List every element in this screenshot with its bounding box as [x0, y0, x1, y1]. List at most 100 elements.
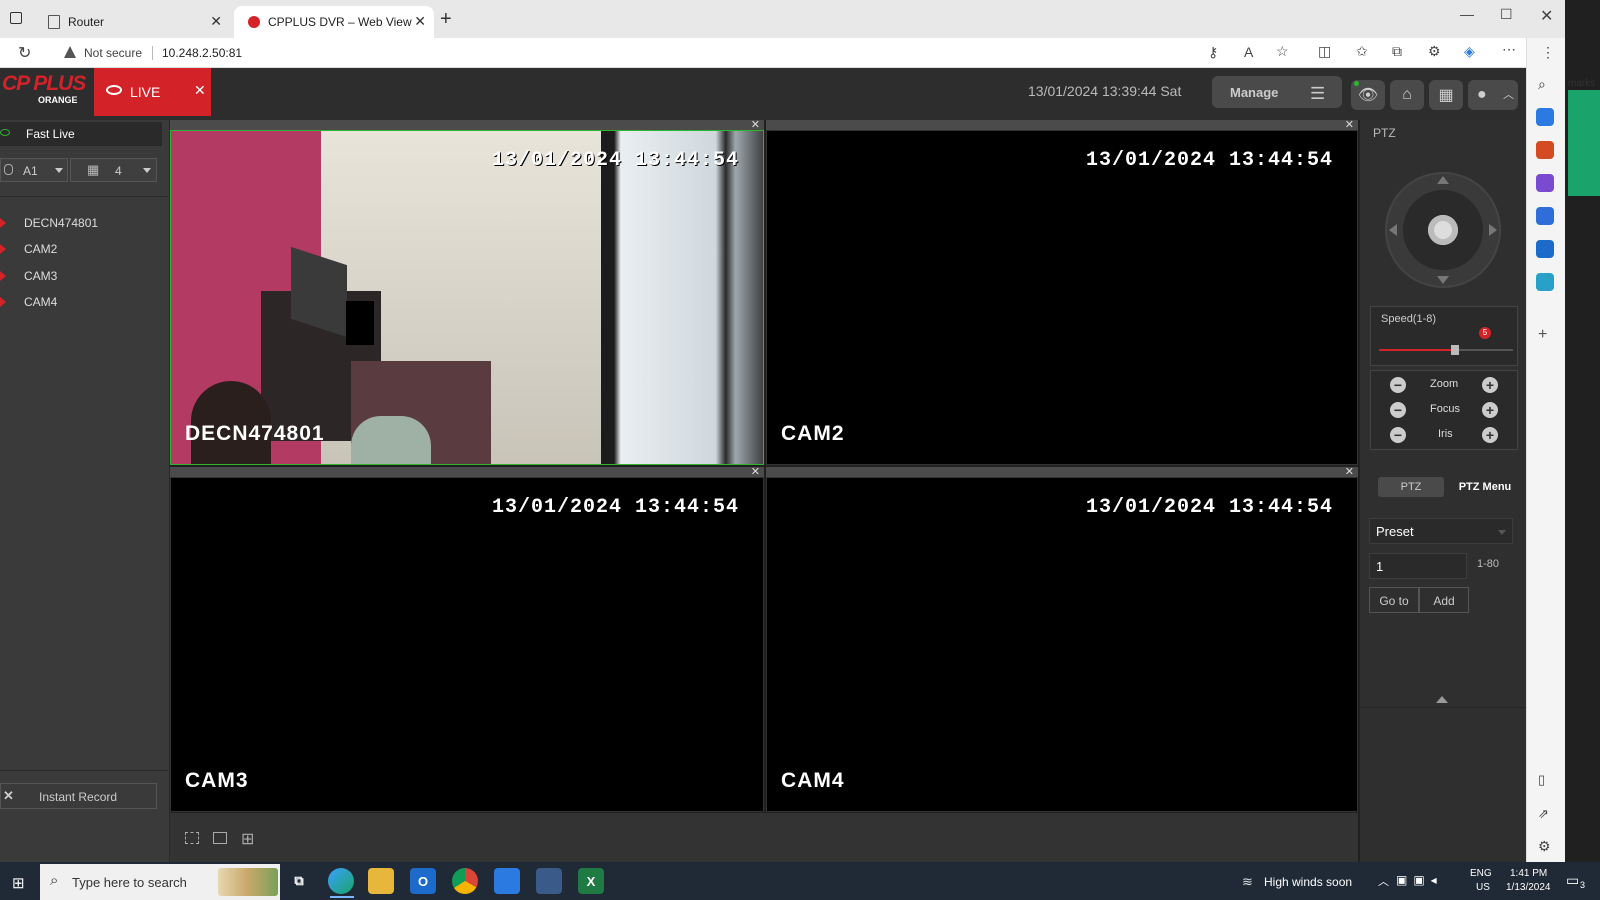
instant-record-button[interactable]: ✕ Instant Record	[0, 783, 157, 809]
ptz-center-button[interactable]	[1428, 215, 1458, 245]
task-view-icon[interactable]: ⧉	[286, 868, 312, 894]
arrow-left-icon[interactable]	[1389, 224, 1397, 236]
chrome-taskbar-icon[interactable]	[452, 868, 478, 894]
goto-button[interactable]: Go to	[1369, 587, 1419, 613]
security-label[interactable]: Not secure	[84, 46, 142, 60]
preset-select[interactable]: Preset	[1369, 518, 1513, 544]
outlook-taskbar-icon[interactable]: O	[410, 868, 436, 894]
clock-date[interactable]: 1/13/2024	[1506, 882, 1551, 893]
games-icon[interactable]	[1536, 174, 1554, 192]
sidebar-more-icon[interactable]: ⋮	[1541, 44, 1555, 61]
maximize-icon[interactable]: ☐	[1500, 6, 1513, 23]
arrow-down-icon[interactable]	[1437, 276, 1449, 284]
tray-chevron-icon[interactable]: ︿	[1378, 873, 1389, 889]
fast-live-label: Fast Live	[26, 127, 75, 141]
clock-time[interactable]: 1:41 PM	[1510, 868, 1547, 879]
read-aloud-icon[interactable]: A	[1244, 44, 1253, 60]
search-icon[interactable]: ⌕	[1538, 76, 1546, 93]
language-2[interactable]: US	[1476, 882, 1490, 893]
video-cell-2[interactable]: 13/01/2024 13:44:54 CAM2	[766, 130, 1358, 465]
speed-slider-thumb[interactable]	[1451, 345, 1459, 355]
camera-name: DECN474801	[24, 216, 99, 230]
close-tab-icon[interactable]: ✕	[210, 13, 222, 30]
add-preset-button[interactable]: Add	[1419, 587, 1469, 613]
stream-select[interactable]: A1	[0, 158, 68, 182]
video-cell-1[interactable]: 13/01/2024 13:44:54 DECN474801	[170, 130, 764, 465]
split-value: 4	[115, 164, 122, 178]
edge-taskbar-icon[interactable]	[328, 868, 354, 894]
notification-icon[interactable]: ▭	[1566, 872, 1579, 889]
ptz-title: PTZ	[1373, 126, 1396, 140]
chevron-up-icon[interactable]: ︿	[1503, 86, 1514, 102]
taskbar-search-box[interactable]: ⌕ Type here to search	[40, 864, 280, 900]
app-taskbar-icon[interactable]	[536, 868, 562, 894]
excel-taskbar-icon[interactable]: X	[578, 868, 604, 894]
windows-start-icon[interactable]: ⊞	[12, 874, 25, 892]
favorites-icon[interactable]: ✩	[1356, 43, 1368, 60]
language-1[interactable]: ENG	[1470, 868, 1492, 879]
tab-router[interactable]: Router ✕	[34, 6, 230, 38]
browser-essentials-icon[interactable]: ◈	[1464, 43, 1475, 60]
shopping-icon[interactable]	[1536, 108, 1554, 126]
file-explorer-icon[interactable]	[368, 868, 394, 894]
live-tab[interactable]: LIVE ✕	[94, 68, 211, 116]
camera-feed-door	[601, 131, 763, 464]
preset-number-input[interactable]: 1	[1369, 553, 1467, 579]
new-tab-button[interactable]: +	[440, 8, 452, 31]
close-window-icon[interactable]: ✕	[1540, 6, 1553, 26]
add-sidebar-icon[interactable]: +	[1538, 326, 1547, 344]
weather-text[interactable]: High winds soon	[1264, 875, 1352, 889]
split-select[interactable]: ▦ 4	[70, 158, 157, 182]
split-screen-icon[interactable]: ◫	[1318, 43, 1331, 60]
tray-icons[interactable]: ▣▣◂	[1396, 873, 1443, 887]
extensions-icon[interactable]: ⚙	[1428, 43, 1441, 60]
tab-actions-icon[interactable]	[10, 12, 22, 24]
tab-ptz[interactable]: PTZ	[1378, 477, 1444, 497]
ptz-direction-pad[interactable]	[1385, 172, 1501, 288]
iris-close-button[interactable]: −	[1390, 427, 1406, 443]
close-tab-icon[interactable]: ✕	[414, 13, 426, 30]
minimize-icon[interactable]: —	[1460, 6, 1474, 22]
office-icon[interactable]	[1536, 207, 1554, 225]
drop-icon[interactable]	[1536, 273, 1554, 291]
close-live-icon[interactable]: ✕	[194, 82, 206, 99]
manage-button[interactable]: Manage ☰	[1212, 76, 1342, 108]
focus-in-button[interactable]: +	[1482, 402, 1498, 418]
outlook-icon[interactable]	[1536, 240, 1554, 258]
collapse-up-icon[interactable]	[1436, 696, 1448, 703]
video-cell-4[interactable]: 13/01/2024 13:44:54 CAM4	[766, 477, 1358, 812]
camera-list-item[interactable]: CAM4	[0, 290, 165, 314]
iris-open-button[interactable]: +	[1482, 427, 1498, 443]
quad-view-icon[interactable]: ⊞	[241, 829, 254, 849]
tools-icon[interactable]	[1536, 141, 1554, 159]
notification-count: 3	[1580, 880, 1586, 890]
layout-grid-icon[interactable]: ▦	[1429, 80, 1463, 110]
favorite-star-icon[interactable]: ☆	[1276, 43, 1289, 60]
tab-ptz-menu[interactable]: PTZ Menu	[1450, 477, 1520, 497]
sidebar-panel-icon[interactable]: ▯	[1538, 772, 1545, 788]
single-view-icon[interactable]	[213, 832, 227, 844]
open-external-icon[interactable]: ⇗	[1538, 806, 1549, 822]
tab-cpplus[interactable]: CPPLUS DVR – Web View ✕	[234, 6, 434, 38]
home-icon[interactable]: ⌂	[1390, 80, 1424, 110]
iris-label: Iris	[1438, 428, 1453, 440]
camera-list-item[interactable]: DECN474801	[0, 211, 165, 235]
focus-out-button[interactable]: −	[1390, 402, 1406, 418]
reload-icon[interactable]: ↻	[18, 43, 31, 63]
more-menu-icon[interactable]: ⋯	[1502, 41, 1516, 58]
arrow-right-icon[interactable]	[1489, 224, 1497, 236]
fullscreen-icon[interactable]	[185, 832, 199, 844]
key-icon[interactable]: ⚷	[1208, 44, 1218, 61]
video-timestamp: 13/01/2024 13:44:54	[491, 496, 739, 519]
sidebar-settings-icon[interactable]: ⚙	[1538, 838, 1551, 855]
store-taskbar-icon[interactable]	[494, 868, 520, 894]
camera-list-item[interactable]: CAM2	[0, 237, 165, 261]
camera-list-item[interactable]: CAM3	[0, 264, 165, 288]
fast-live-header[interactable]: Fast Live	[0, 122, 162, 146]
zoom-out-button[interactable]: −	[1390, 377, 1406, 393]
arrow-up-icon[interactable]	[1437, 176, 1449, 184]
zoom-in-button[interactable]: +	[1482, 377, 1498, 393]
collections-icon[interactable]: ⧉	[1392, 43, 1402, 60]
url-field[interactable]: 10.248.2.50:81	[162, 46, 242, 60]
video-cell-3[interactable]: 13/01/2024 13:44:54 CAM3	[170, 477, 764, 812]
